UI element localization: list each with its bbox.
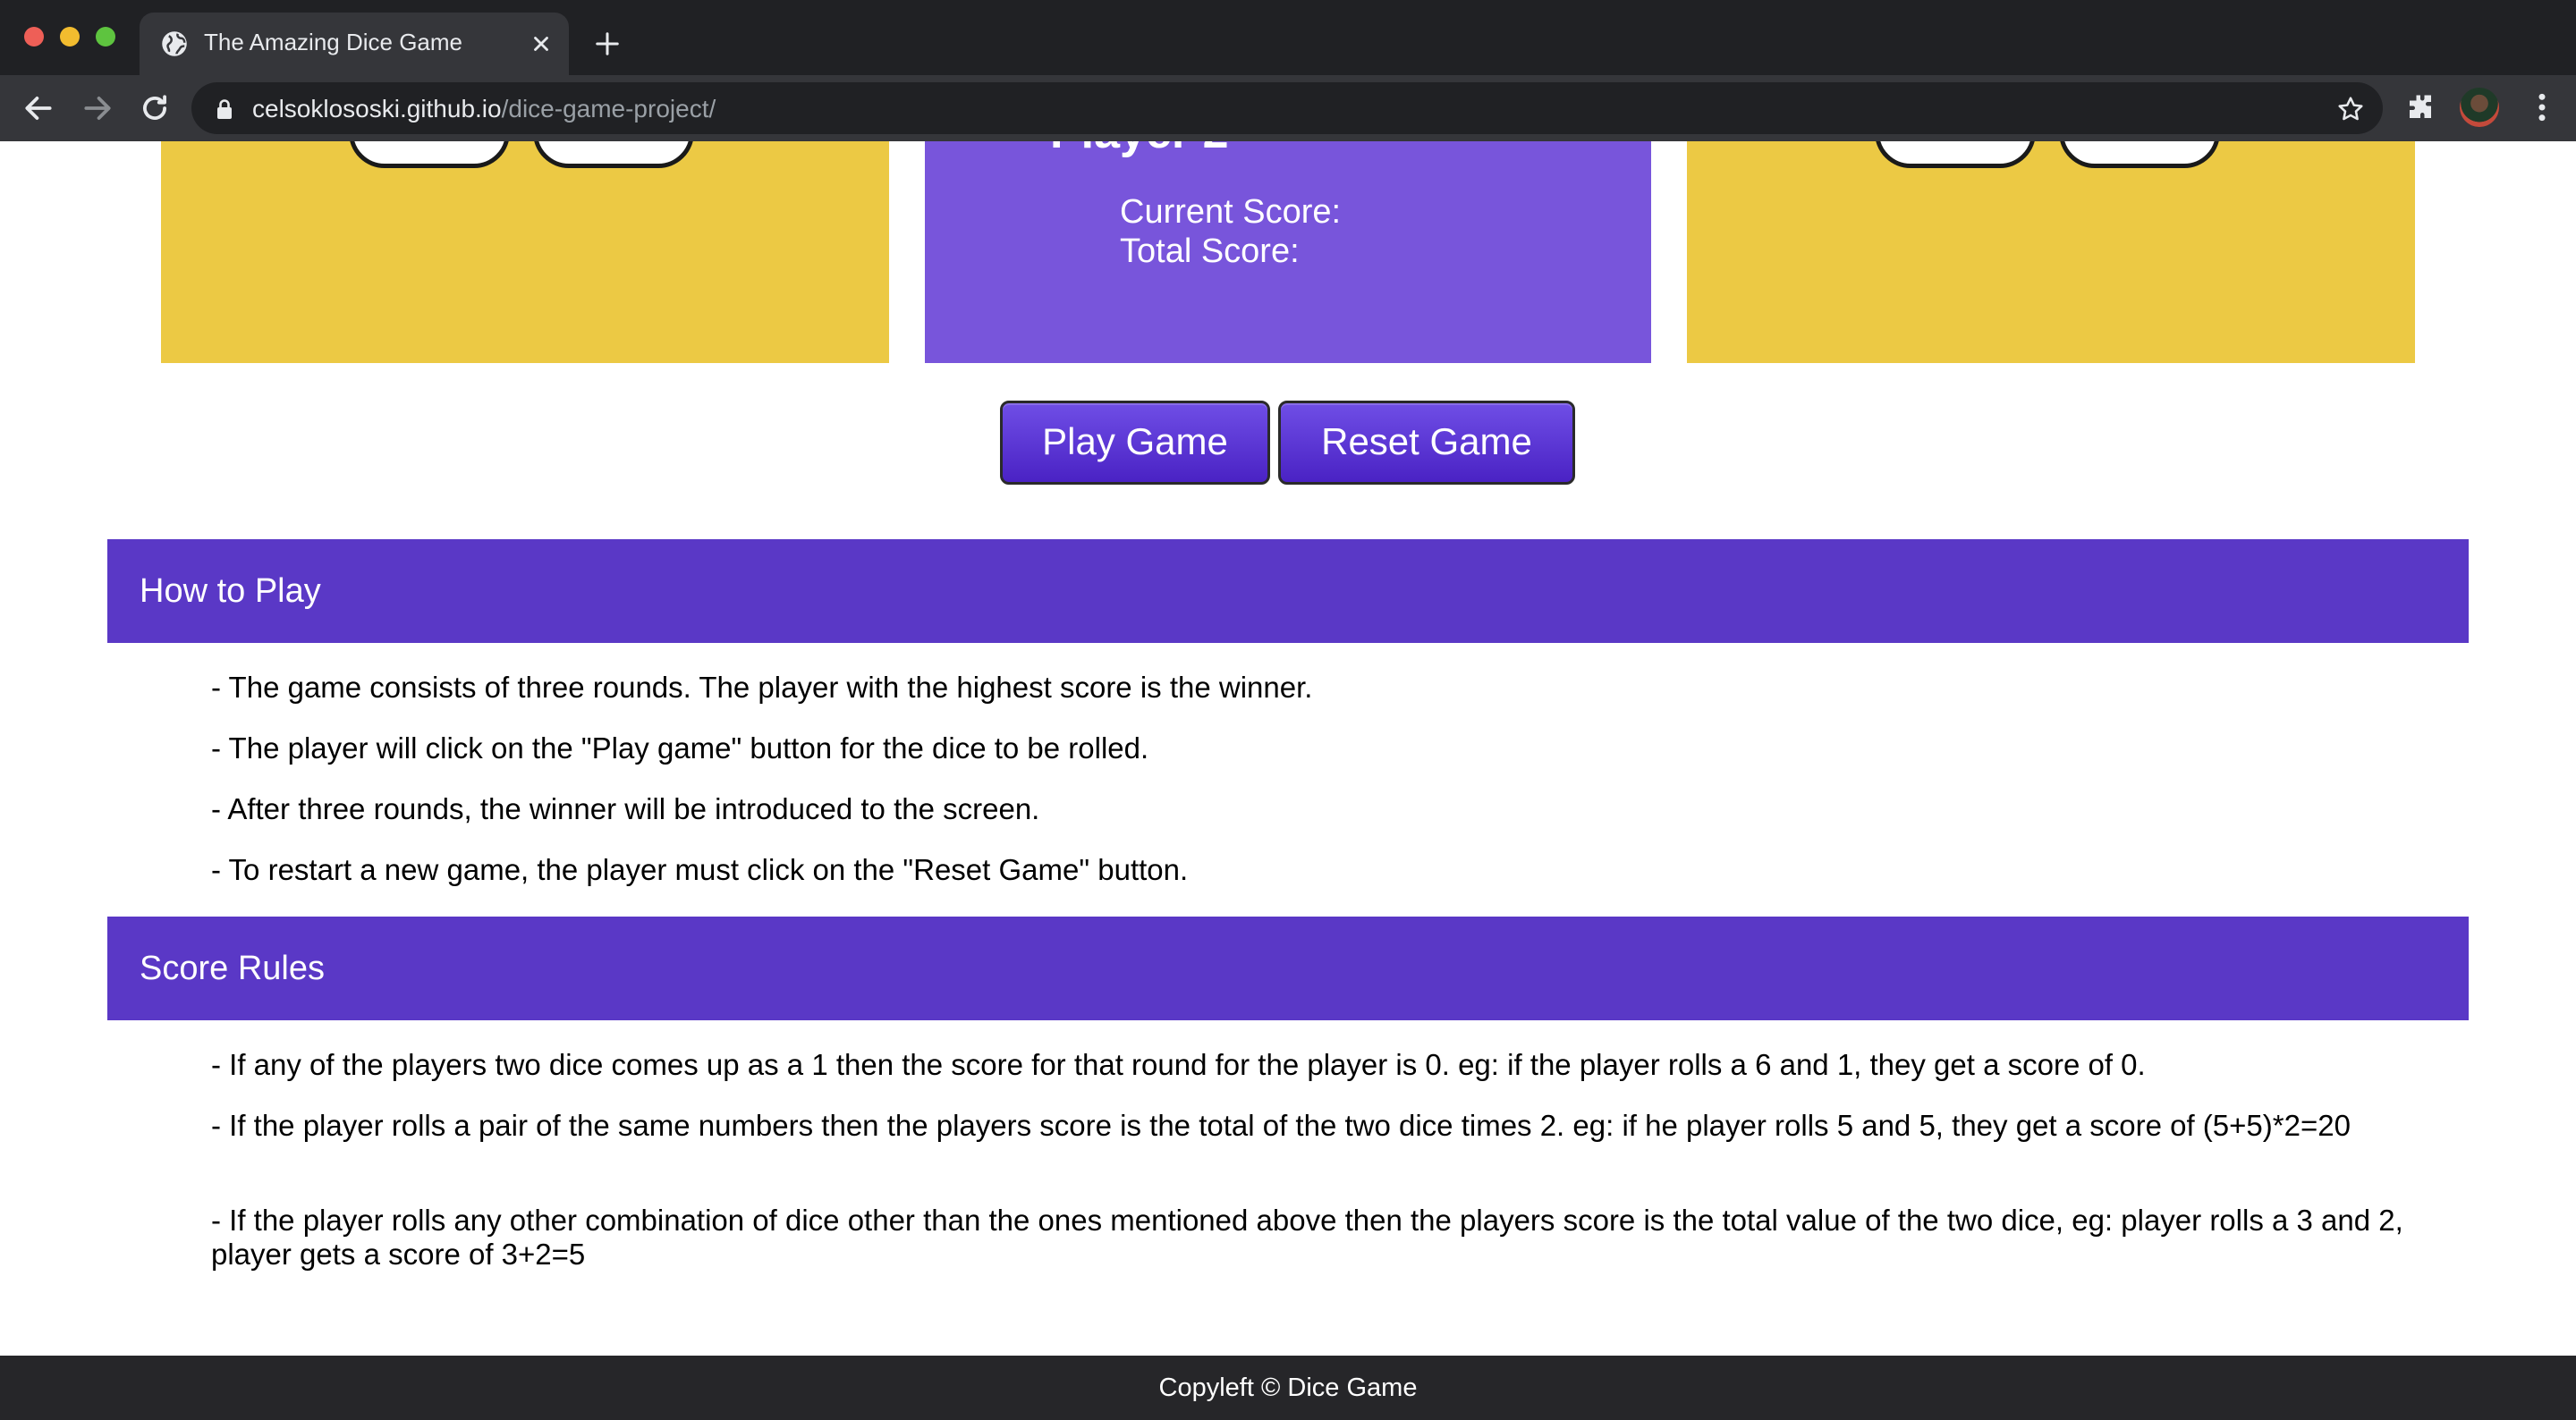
how-to-play-rule: - The player will click on the "Play gam… — [211, 731, 1149, 765]
back-arrow-icon[interactable] — [21, 91, 55, 125]
maximize-window-button[interactable] — [96, 27, 115, 46]
score-rule: - If any of the players two dice comes u… — [211, 1048, 2146, 1081]
url-text: celsoklososki.github.io/dice-game-projec… — [252, 95, 716, 123]
scoreboard-panel: Player 2 Current Score: Total Score: — [925, 141, 1651, 363]
lock-icon — [217, 99, 232, 119]
bookmark-star-icon[interactable] — [2336, 95, 2365, 123]
profile-avatar[interactable] — [2460, 88, 2499, 127]
tab-title: The Amazing Dice Game — [204, 29, 463, 55]
extensions-puzzle-icon[interactable] — [2404, 91, 2436, 123]
player2-panel — [1687, 141, 2415, 363]
minimize-window-button[interactable] — [60, 27, 80, 46]
close-icon[interactable] — [530, 32, 553, 55]
browser-tab-bar: The Amazing Dice Game — [0, 0, 2576, 75]
address-bar[interactable]: celsoklososki.github.io/dice-game-projec… — [191, 82, 2383, 134]
score-rule: - If the player rolls any other combinat… — [211, 1204, 2403, 1271]
footer: Copyleft © Dice Game — [0, 1356, 2576, 1420]
how-to-play-rule: - The game consists of three rounds. The… — [211, 671, 1313, 704]
forward-arrow-icon[interactable] — [80, 91, 114, 125]
total-score-label: Total Score: — [1120, 232, 1300, 270]
page-content: Player 2 Current Score: Total Score: Pla… — [0, 141, 2576, 1420]
player2-name: Player 2 — [1050, 141, 1229, 159]
close-window-button[interactable] — [24, 27, 44, 46]
player1-die-1 — [349, 141, 510, 168]
player2-die-1 — [1875, 141, 2036, 168]
reload-icon[interactable] — [138, 91, 172, 125]
player1-panel — [161, 141, 889, 363]
globe-icon — [162, 31, 187, 56]
more-menu-icon[interactable] — [2524, 89, 2560, 125]
play-game-button[interactable]: Play Game — [1000, 401, 1270, 485]
score-rules-header: Score Rules — [107, 917, 2469, 1020]
how-to-play-rule: - After three rounds, the winner will be… — [211, 792, 1040, 825]
reset-game-button[interactable]: Reset Game — [1278, 401, 1575, 485]
browser-tab[interactable]: The Amazing Dice Game — [140, 13, 569, 75]
plus-icon[interactable] — [594, 30, 621, 57]
browser-toolbar: celsoklososki.github.io/dice-game-projec… — [0, 75, 2576, 141]
player2-die-2 — [2059, 141, 2220, 168]
how-to-play-rule: - To restart a new game, the player must… — [211, 853, 1189, 886]
current-score-label: Current Score: — [1120, 193, 1342, 231]
how-to-play-header: How to Play — [107, 539, 2469, 643]
player1-die-2 — [533, 141, 694, 168]
score-rule: - If the player rolls a pair of the same… — [211, 1109, 2351, 1142]
